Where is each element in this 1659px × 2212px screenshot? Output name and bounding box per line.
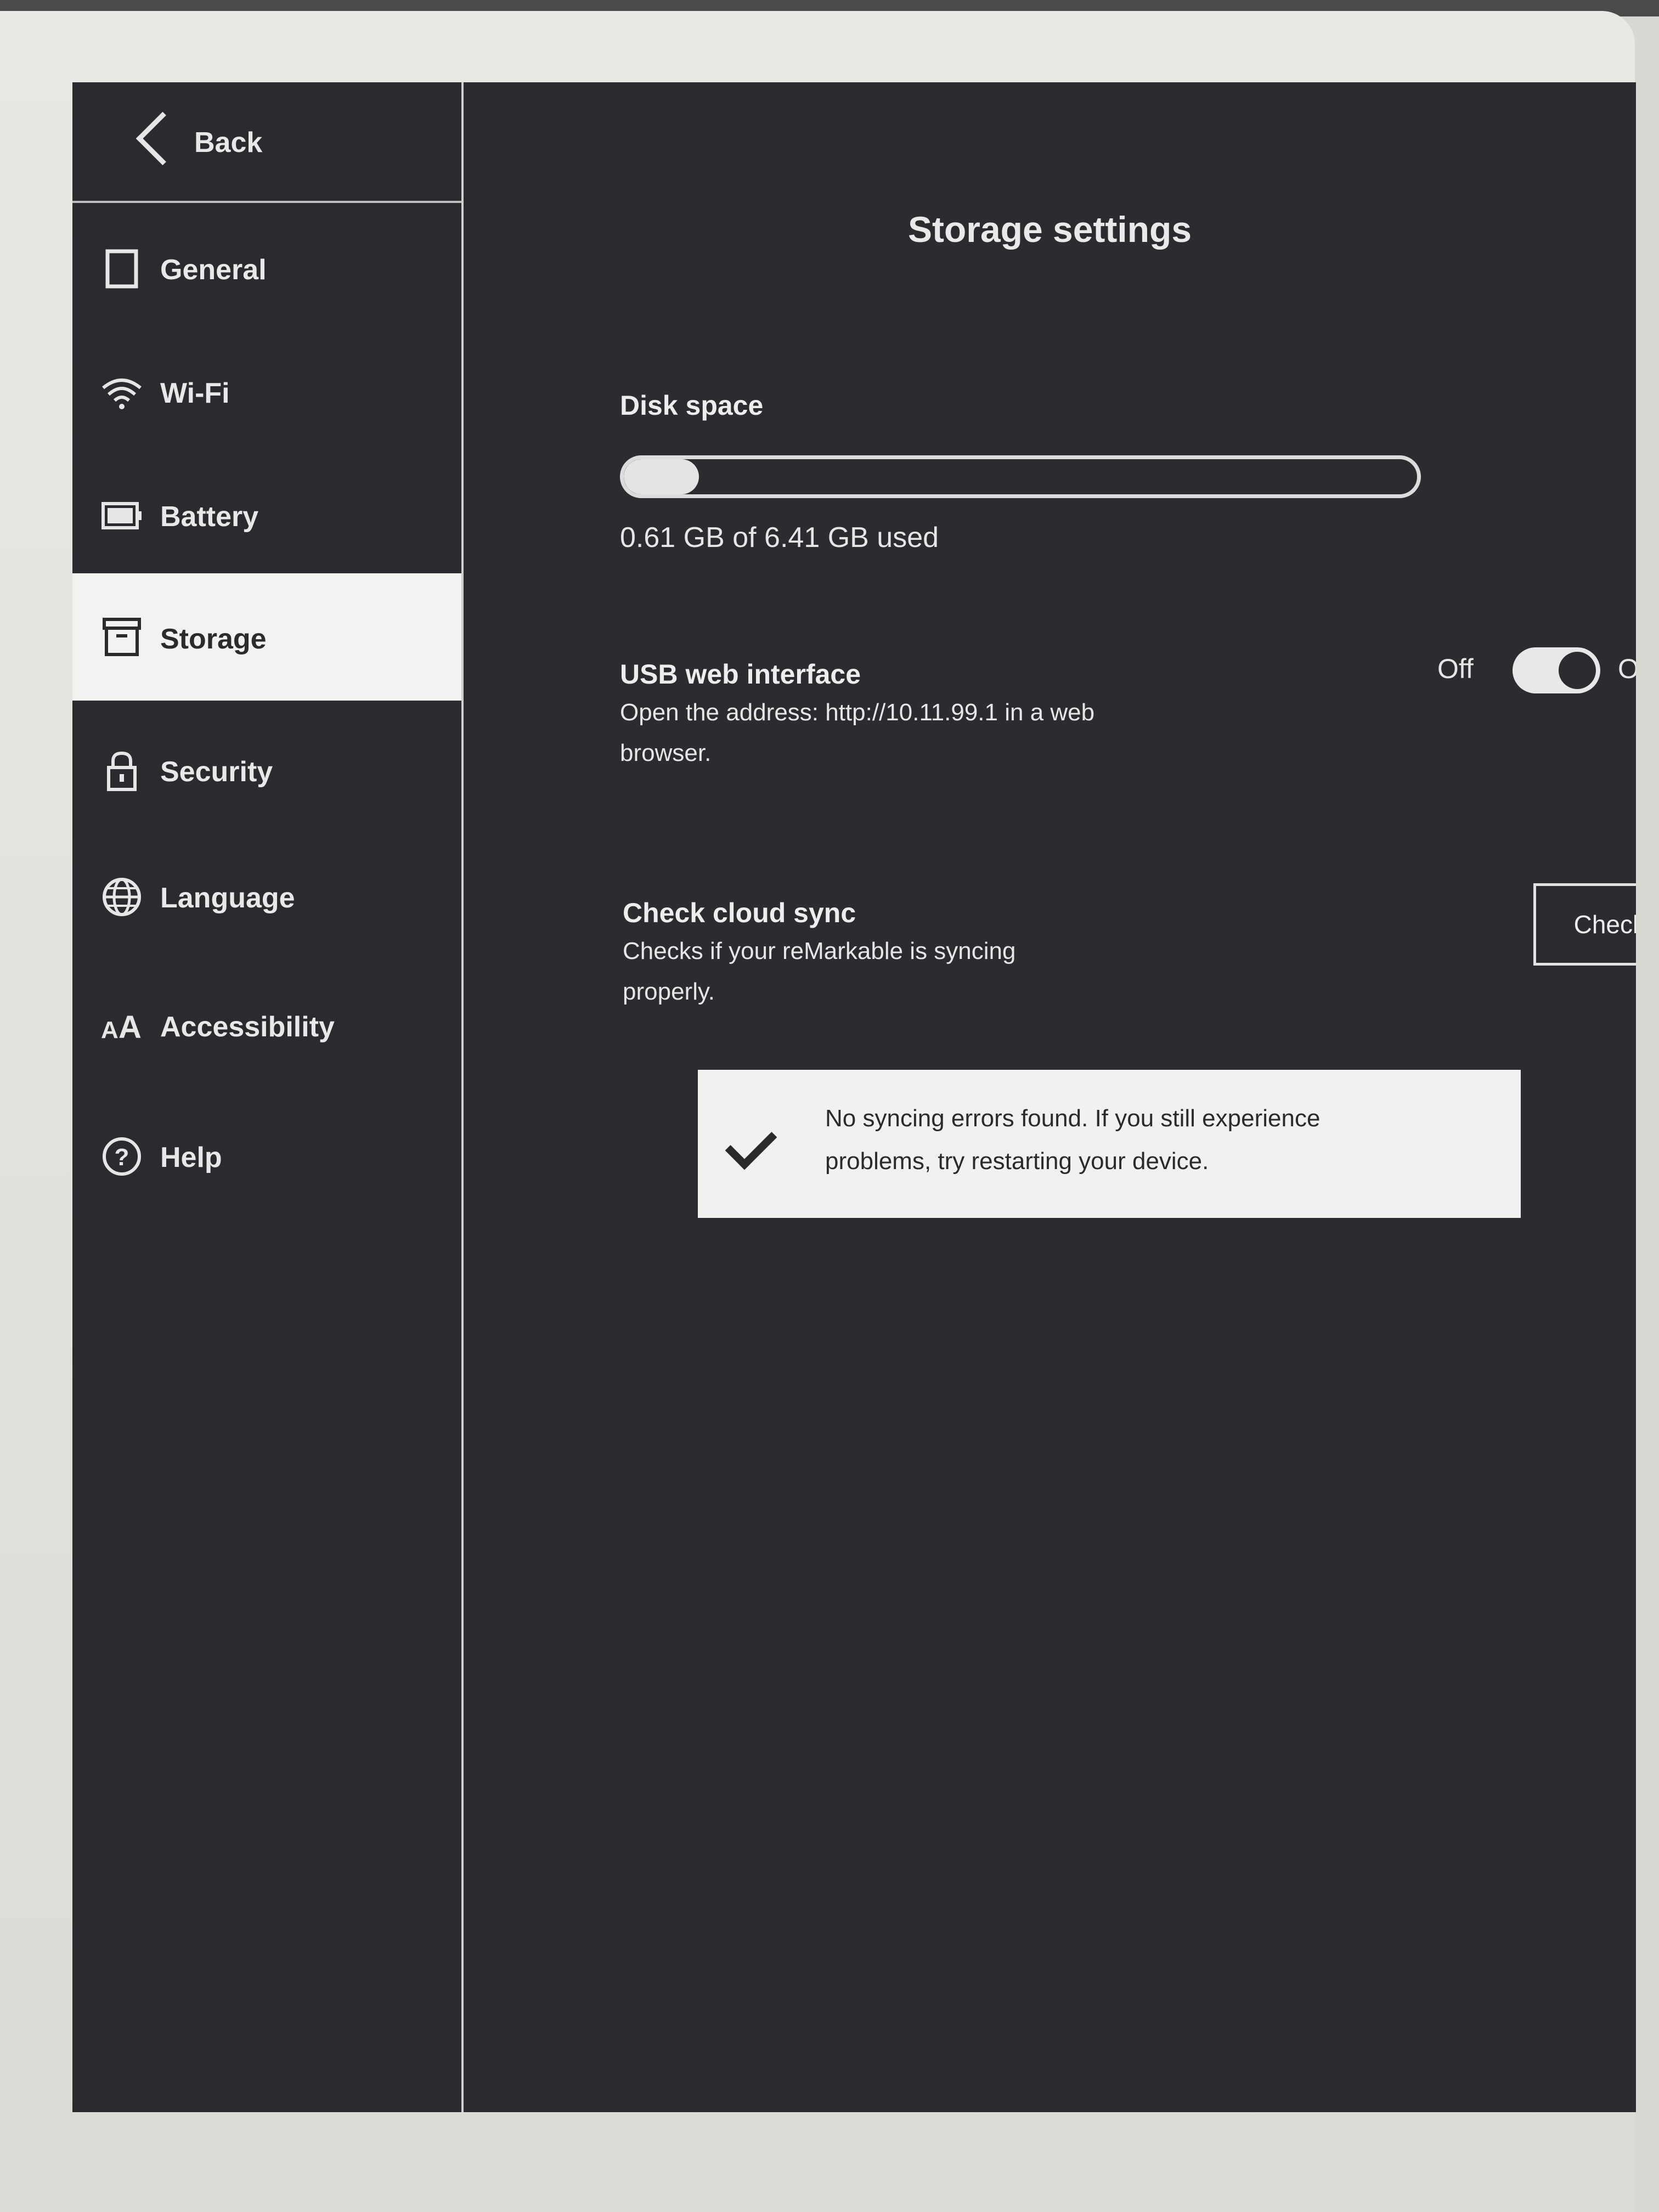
square-icon	[105, 249, 138, 289]
toggle-on-label: On	[1618, 653, 1636, 684]
disk-space-label: Disk space	[620, 390, 764, 421]
check-cloud-sync-label: Check cloud sync	[623, 898, 856, 928]
text-size-icon: A A	[101, 1009, 142, 1045]
settings-sidebar: Back General Wi-Fi Battery Storage Secur…	[72, 82, 464, 2112]
sync-status-line: No syncing errors found. If you still ex…	[825, 1105, 1321, 1132]
sidebar-item-battery[interactable]: Battery	[72, 461, 461, 571]
lock-icon	[107, 751, 137, 791]
page-title: Storage settings	[907, 209, 1192, 250]
toggle-knob	[1559, 652, 1596, 689]
sync-status-line: problems, try restarting your device.	[825, 1148, 1209, 1175]
svg-text:A: A	[119, 1009, 142, 1045]
sidebar-item-security[interactable]: Security	[72, 716, 461, 826]
settings-screen: Back General Wi-Fi Battery Storage Secur…	[72, 82, 1636, 2112]
sidebar-item-label: General	[160, 254, 267, 286]
globe-icon	[103, 878, 141, 916]
battery-icon	[101, 502, 142, 529]
disk-usage-text: 0.61 GB of 6.41 GB used	[620, 522, 939, 554]
disk-usage-fill	[624, 459, 699, 494]
sidebar-item-language[interactable]: Language	[72, 842, 461, 952]
checkmark-icon	[725, 1118, 777, 1170]
cloud-sync-description-line: Checks if your reMarkable is syncing	[623, 938, 1016, 964]
sidebar-item-label: Security	[160, 756, 273, 788]
cloud-sync-description: Checks if your reMarkable is syncing pro…	[623, 931, 1015, 1012]
sidebar-item-help[interactable]: ? Help	[72, 1102, 461, 1211]
sidebar-item-label: Help	[160, 1142, 222, 1173]
sync-status-text: No syncing errors found. If you still ex…	[825, 1097, 1483, 1183]
chevron-left-icon	[136, 111, 190, 166]
cloud-sync-description-line: properly.	[623, 978, 715, 1005]
sidebar-item-accessibility[interactable]: A A Accessibility	[72, 971, 461, 1081]
sidebar-item-label: Storage	[160, 623, 267, 655]
sidebar-item-label: Battery	[160, 501, 259, 533]
back-button[interactable]: Back	[72, 82, 461, 203]
help-icon: ?	[103, 1137, 141, 1176]
check-sync-button[interactable]: Check sync	[1533, 883, 1636, 966]
sidebar-item-storage[interactable]: Storage	[72, 573, 461, 701]
toggle-off-label: Off	[1437, 653, 1474, 684]
disk-usage-bar	[620, 455, 1421, 498]
wifi-icon	[102, 379, 142, 409]
usb-description: Open the address: http://10.11.99.1 in a…	[620, 692, 1094, 774]
archive-icon	[103, 618, 141, 656]
usb-description-line: browser.	[620, 740, 712, 766]
sidebar-item-general[interactable]: General	[72, 214, 461, 324]
sidebar-item-wifi[interactable]: Wi-Fi	[72, 337, 461, 447]
sync-status-notice: No syncing errors found. If you still ex…	[698, 1070, 1521, 1218]
usb-web-interface-label: USB web interface	[620, 659, 861, 690]
usb-web-interface-toggle[interactable]	[1513, 647, 1600, 693]
back-label: Back	[194, 127, 263, 159]
usb-description-line: Open the address: http://10.11.99.1 in a…	[620, 699, 1095, 726]
svg-text:A: A	[101, 1017, 119, 1043]
sidebar-item-label: Wi-Fi	[160, 377, 230, 409]
svg-text:?: ?	[115, 1144, 129, 1171]
sidebar-item-label: Language	[160, 882, 295, 914]
sidebar-item-label: Accessibility	[160, 1011, 335, 1043]
